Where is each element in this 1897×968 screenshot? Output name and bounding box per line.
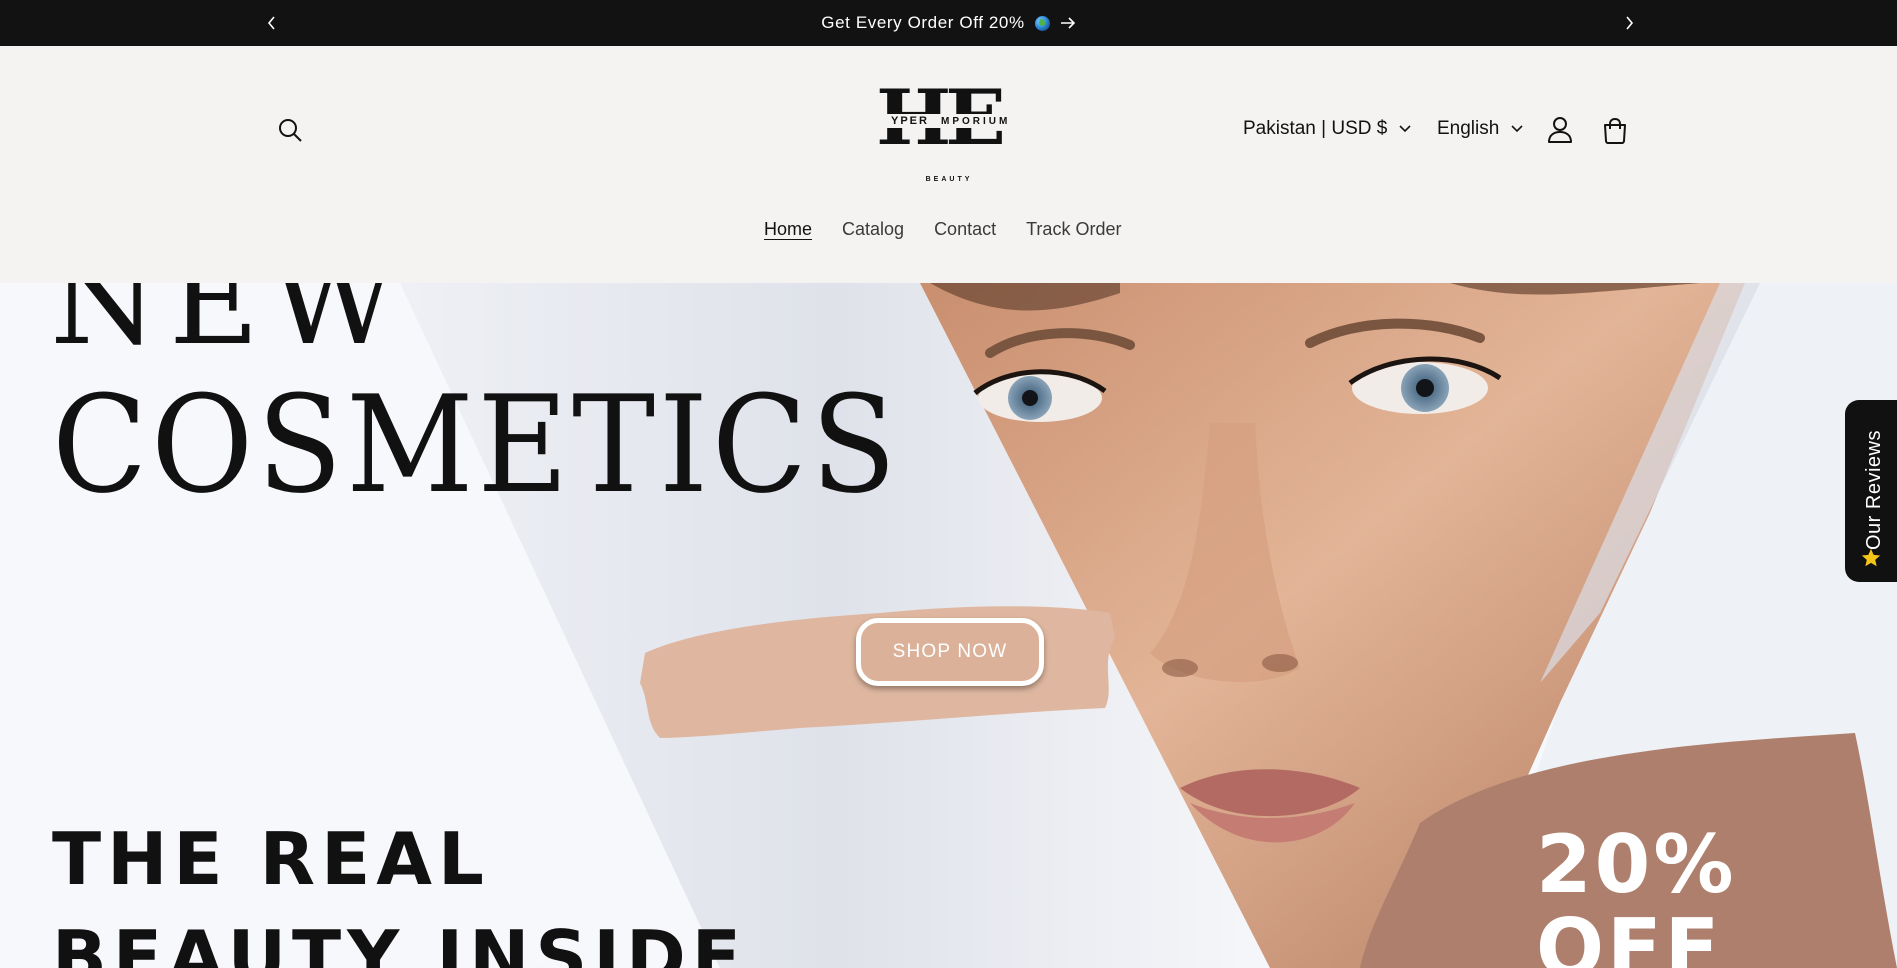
reviews-tab-label: Our Reviews — [1863, 430, 1885, 550]
logo-tagline: BEAUTY — [925, 176, 973, 183]
cart-icon — [1604, 117, 1626, 144]
arrow-right-icon — [1060, 17, 1075, 29]
chevron-right-icon — [1626, 16, 1634, 30]
hero-tagline-line2: BEAUTY INSIDE — [52, 915, 747, 968]
hero-headline-main: COSMETICS — [52, 367, 901, 523]
account-icon — [1548, 117, 1572, 143]
account-button[interactable] — [1542, 112, 1578, 148]
logo-text-right: MPORIUM — [941, 116, 1011, 127]
star-icon — [1861, 548, 1881, 567]
announcement-text: Get Every Order Off 20% — [821, 13, 1025, 32]
cart-button[interactable] — [1596, 112, 1634, 150]
promo-badge: 20% OFF — [1536, 823, 1736, 968]
logo-link[interactable]: HE YPER MPORIUM BEAUTY — [873, 80, 1025, 190]
promo-percent: 20% — [1536, 818, 1737, 911]
language-selector-label: English — [1437, 118, 1500, 139]
logo-text-left: YPER — [891, 115, 929, 127]
search-icon — [279, 119, 302, 142]
globe-emoji-icon — [1034, 15, 1050, 31]
chevron-down-icon — [1511, 125, 1523, 133]
search-button[interactable] — [272, 112, 308, 148]
announcement-next-button[interactable] — [1616, 10, 1642, 36]
reviews-tab[interactable]: Our Reviews — [1845, 400, 1897, 582]
announcement-message-link[interactable]: Get Every Order Off 20% — [0, 0, 1897, 46]
nav-item-contact[interactable]: Contact — [934, 219, 996, 240]
announcement-bar: Get Every Order Off 20% — [0, 0, 1897, 46]
nav-item-home[interactable]: Home — [764, 219, 812, 240]
chevron-down-icon — [1399, 125, 1411, 133]
language-selector[interactable]: English — [1437, 118, 1523, 140]
shop-now-button[interactable]: SHOP NOW — [856, 618, 1044, 686]
hero-tagline-line1: THE REAL — [52, 817, 490, 901]
country-selector-label: Pakistan | USD $ — [1243, 118, 1388, 139]
country-selector[interactable]: Pakistan | USD $ — [1243, 118, 1411, 140]
hero-banner: NEW COSMETICS SHOP NOW THE REAL BEAUTY I… — [0, 283, 1897, 968]
site-header: HE YPER MPORIUM BEAUTY Pakistan | USD $ … — [0, 46, 1897, 283]
nav-item-track-order[interactable]: Track Order — [1026, 219, 1121, 240]
hero-headline-top: NEW — [50, 283, 408, 371]
nav-item-catalog[interactable]: Catalog — [842, 219, 904, 240]
promo-off: OFF — [1536, 902, 1723, 968]
